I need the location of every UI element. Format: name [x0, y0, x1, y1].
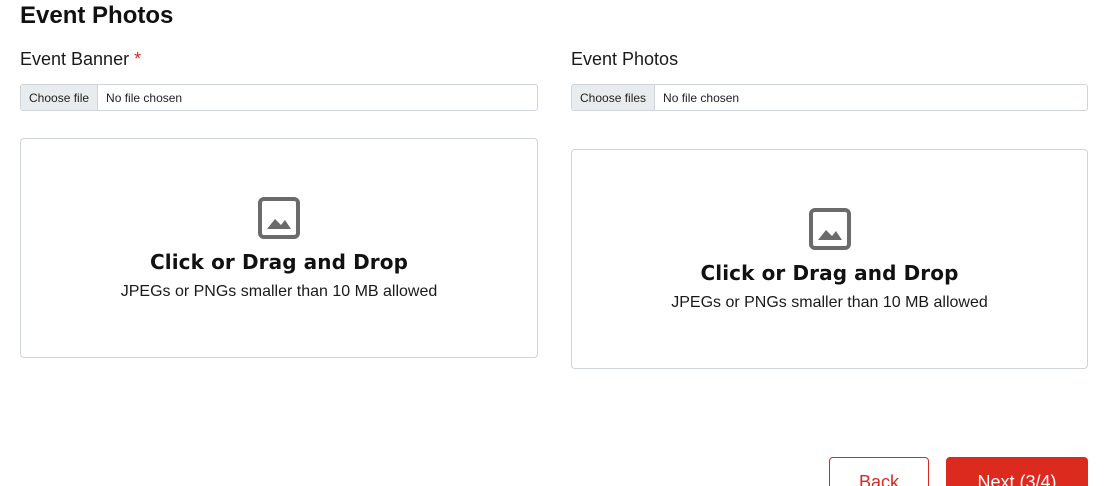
dropzone-subtitle: JPEGs or PNGs smaller than 10 MB allowed — [120, 283, 438, 300]
dropzone-title: Click or Drag and Drop — [700, 261, 959, 285]
dropzone-title: Click or Drag and Drop — [149, 250, 409, 274]
required-marker: * — [134, 49, 142, 69]
event-photos-label: Event Photos — [571, 48, 678, 70]
file-status-text: No file chosen — [663, 90, 740, 105]
choose-file-button[interactable]: Choose file — [21, 85, 99, 110]
event-photos-dropzone[interactable]: Click or Drag and Drop JPEGs or PNGs sma… — [571, 149, 1088, 369]
event-photos-label-text: Event Photos — [571, 49, 679, 69]
image-icon — [808, 208, 851, 250]
file-status-text: No file chosen — [106, 90, 183, 105]
choose-files-button[interactable]: Choose files — [572, 85, 656, 110]
event-banner-file-input[interactable]: Choose file No file chosen — [20, 84, 538, 111]
event-banner-label-text: Event Banner — [20, 49, 130, 69]
event-photos-page: Event Photos Event Banner * Choose file N… — [0, 0, 1109, 486]
event-photos-file-input[interactable]: Choose files No file chosen — [571, 84, 1088, 111]
page-title: Event Photos — [20, 2, 174, 29]
next-button[interactable]: Next (3/4) — [946, 457, 1088, 486]
event-banner-label: Event Banner * — [20, 48, 141, 70]
image-icon — [258, 197, 300, 239]
dropzone-subtitle: JPEGs or PNGs smaller than 10 MB allowed — [671, 294, 988, 311]
event-banner-dropzone[interactable]: Click or Drag and Drop JPEGs or PNGs sma… — [20, 138, 538, 358]
back-button[interactable]: Back — [829, 457, 929, 486]
